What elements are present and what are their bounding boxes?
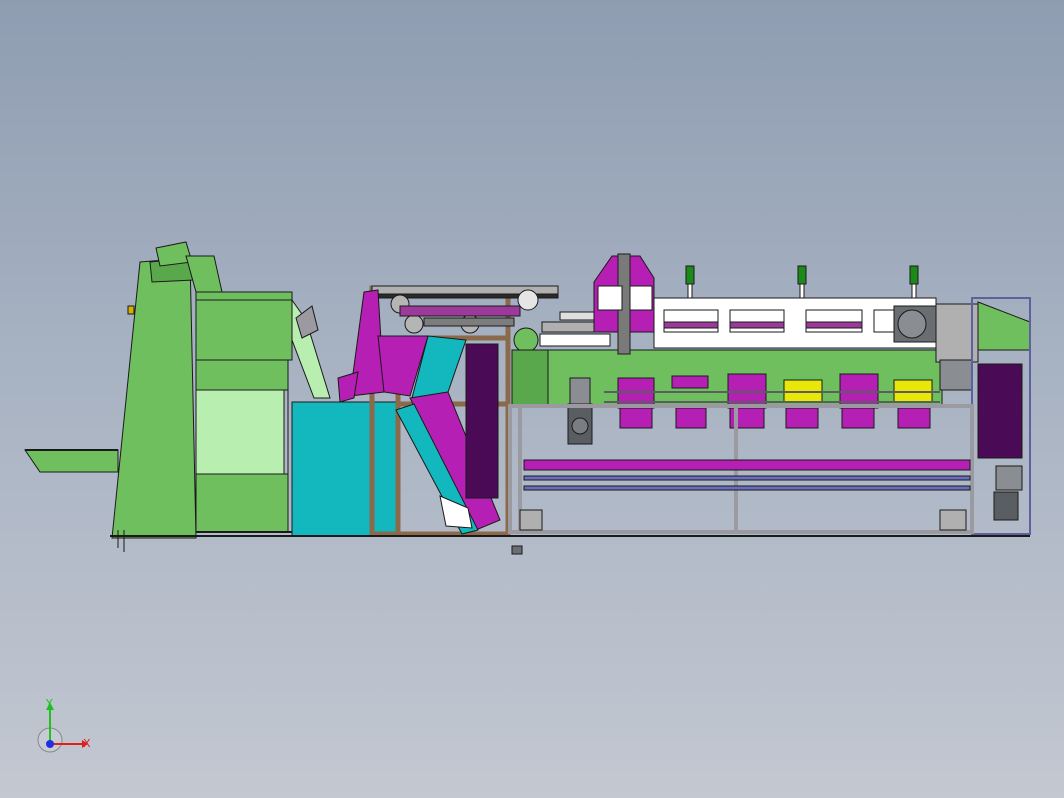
- stack-lights: [685, 265, 919, 299]
- x-axis-label: X: [83, 737, 91, 750]
- machine-assembly-model[interactable]: [0, 0, 1064, 798]
- z-axis-dot: [46, 740, 54, 748]
- collection-box: [291, 401, 399, 537]
- discharge-end: [977, 301, 1031, 351]
- storage-bin: [185, 255, 293, 533]
- drive-pulley: [513, 327, 539, 353]
- y-axis-label: Y: [45, 698, 53, 710]
- inclined-feeder-conveyor: [24, 241, 197, 552]
- coordinate-triad: X Y: [37, 698, 91, 753]
- cad-viewport[interactable]: X Y: [0, 0, 1064, 798]
- gear-motor: [567, 377, 593, 445]
